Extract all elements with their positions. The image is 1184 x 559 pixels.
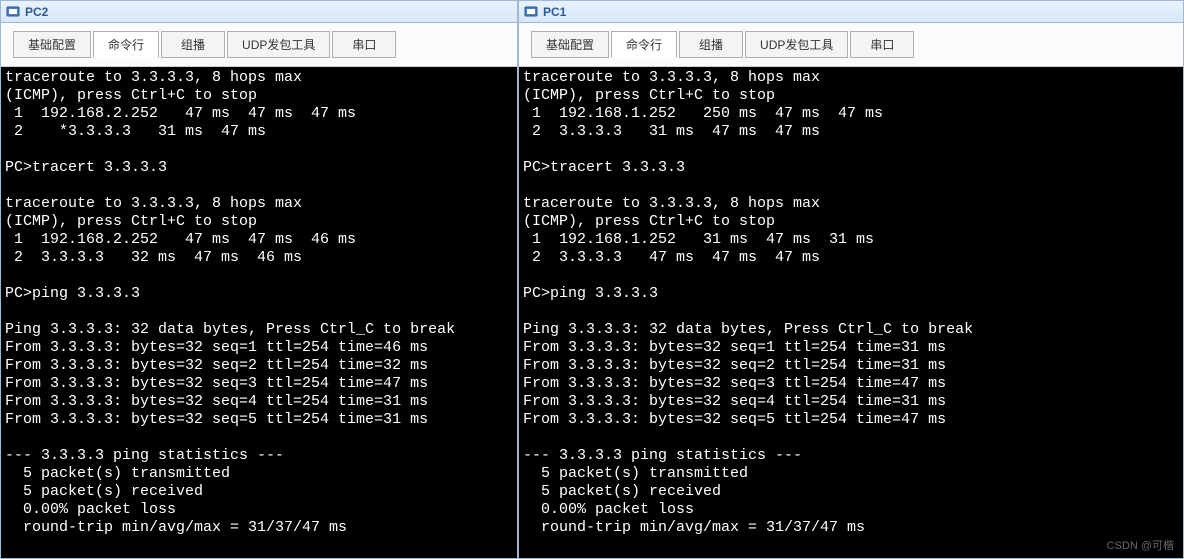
tab-udp-tool[interactable]: UDP发包工具 — [227, 31, 330, 58]
tab-serial[interactable]: 串口 — [332, 31, 396, 58]
tab-udp-tool[interactable]: UDP发包工具 — [745, 31, 848, 58]
window-title: PC1 — [543, 5, 566, 19]
window-pc1: PC1 基础配置 命令行 组播 UDP发包工具 串口 traceroute to… — [518, 0, 1184, 559]
tabs-pc2: 基础配置 命令行 组播 UDP发包工具 串口 — [1, 23, 517, 67]
tab-multicast[interactable]: 组播 — [679, 31, 743, 58]
tab-serial[interactable]: 串口 — [850, 31, 914, 58]
tab-multicast[interactable]: 组播 — [161, 31, 225, 58]
terminal-output-pc2[interactable]: traceroute to 3.3.3.3, 8 hops max (ICMP)… — [1, 67, 517, 558]
tab-cli[interactable]: 命令行 — [611, 31, 677, 58]
tab-basic-config[interactable]: 基础配置 — [531, 31, 609, 58]
tabs-pc1: 基础配置 命令行 组播 UDP发包工具 串口 — [519, 23, 1183, 67]
window-pc2: PC2 基础配置 命令行 组播 UDP发包工具 串口 traceroute to… — [0, 0, 518, 559]
terminal-output-pc1[interactable]: traceroute to 3.3.3.3, 8 hops max (ICMP)… — [519, 67, 1183, 558]
title-bar-pc1[interactable]: PC1 — [519, 1, 1183, 23]
app-icon — [523, 4, 539, 20]
window-title: PC2 — [25, 5, 48, 19]
app-icon — [5, 4, 21, 20]
tab-cli[interactable]: 命令行 — [93, 31, 159, 58]
title-bar-pc2[interactable]: PC2 — [1, 1, 517, 23]
tab-basic-config[interactable]: 基础配置 — [13, 31, 91, 58]
